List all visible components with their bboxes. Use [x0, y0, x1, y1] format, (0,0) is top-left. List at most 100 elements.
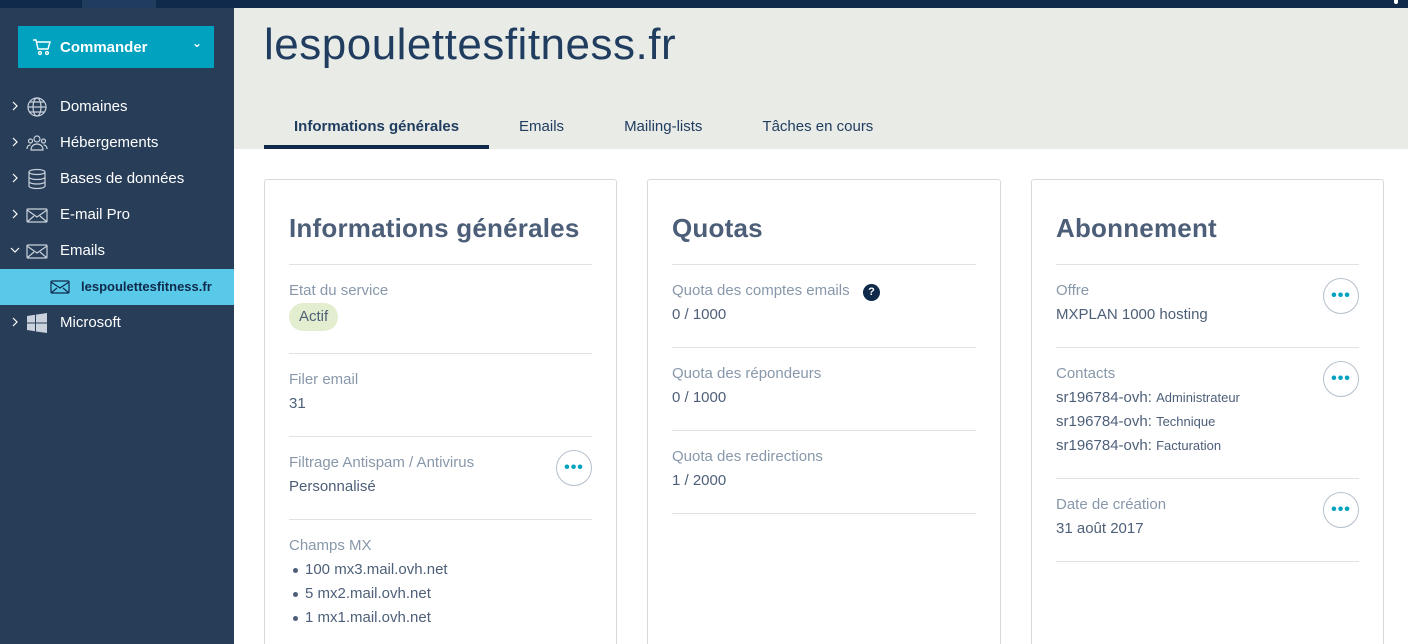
chevron-down-icon[interactable]: [9, 244, 21, 256]
tab-general[interactable]: Informations générales: [264, 108, 490, 149]
list-item: 1 mx1.mail.ovh.net: [293, 606, 448, 630]
contact-role: Administrateur: [1156, 390, 1240, 405]
filer-label: Filer email: [289, 371, 359, 388]
redirections-quota-value: 1 / 2000: [672, 472, 727, 489]
sidebar-subitem-domain[interactable]: lespoulettesfitness.fr: [0, 269, 234, 305]
divider: [1056, 478, 1359, 479]
page-header: lespoulettesfitness.fr Informations géné…: [234, 8, 1408, 149]
quotas-card: Quotas Quota des comptes emails ? 0 / 10…: [647, 179, 1001, 644]
sidebar-subitem-label: lespoulettesfitness.fr: [81, 279, 212, 294]
chevron-down-icon[interactable]: ⌄: [192, 36, 202, 50]
contact-id: sr196784-ovh:: [1056, 437, 1152, 454]
divider: [289, 519, 592, 520]
sidebar: Commander ⌄ Domaines Hébergements Bases …: [0, 8, 234, 644]
filter-label: Filtrage Antispam / Antivirus: [289, 454, 475, 471]
page-title: lespoulettesfitness.fr: [264, 20, 677, 69]
general-info-card: Informations générales Etat du service A…: [264, 179, 617, 644]
contact-id: sr196784-ovh:: [1056, 413, 1152, 430]
status-badge: Actif: [289, 303, 339, 331]
cart-icon: [33, 39, 51, 56]
tab-mailing-lists[interactable]: Mailing-lists: [594, 108, 732, 149]
order-button[interactable]: Commander ⌄: [18, 26, 214, 68]
contact-role: Facturation: [1156, 438, 1222, 453]
divider: [289, 436, 592, 437]
creation-date-label: Date de création: [1056, 496, 1167, 513]
globe-icon: [27, 97, 47, 117]
filter-value: Personnalisé: [289, 478, 376, 495]
contact-admin: sr196784-ovh: Administrateur: [1056, 389, 1240, 406]
chevron-right-icon[interactable]: [9, 208, 21, 220]
offer-label: Offre: [1056, 282, 1090, 299]
contacts-label: Contacts: [1056, 365, 1116, 382]
card-title: Quotas: [672, 213, 763, 243]
card-title: Abonnement: [1056, 213, 1217, 243]
sidebar-item-label: E-mail Pro: [60, 206, 131, 223]
divider: [672, 513, 976, 514]
more-icon: •••: [1331, 287, 1351, 304]
sidebar-item-label: Microsoft: [60, 314, 121, 331]
card-title: Informations générales: [289, 213, 580, 243]
tab-tasks[interactable]: Tâches en cours: [732, 108, 903, 149]
contact-id: sr196784-ovh:: [1056, 389, 1152, 406]
accounts-quota-label: Quota des comptes emails: [672, 282, 850, 299]
tab-emails[interactable]: Emails: [489, 108, 594, 149]
list-item: 100 mx3.mail.ovh.net: [293, 558, 448, 582]
envelope-icon: [50, 280, 70, 294]
divider: [289, 264, 592, 265]
sidebar-item-email-pro[interactable]: E-mail Pro: [0, 197, 234, 233]
sidebar-item-hebergements[interactable]: Hébergements: [0, 125, 234, 161]
sidebar-item-label: Hébergements: [60, 134, 159, 151]
accounts-quota-value: 0 / 1000: [672, 306, 727, 323]
mx-list: 100 mx3.mail.ovh.net 5 mx2.mail.ovh.net …: [293, 558, 448, 630]
sidebar-item-microsoft[interactable]: Microsoft: [0, 305, 234, 341]
envelope-icon: [26, 208, 48, 223]
redirections-quota-label: Quota des redirections: [672, 448, 823, 465]
help-icon[interactable]: ?: [863, 284, 880, 301]
contact-tech: sr196784-ovh: Technique: [1056, 413, 1215, 430]
contact-role: Technique: [1156, 414, 1216, 429]
sidebar-item-emails[interactable]: Emails: [0, 233, 234, 269]
envelope-icon: [26, 244, 48, 259]
offer-actions-button[interactable]: •••: [1323, 278, 1359, 314]
chevron-right-icon[interactable]: [9, 316, 21, 328]
divider: [1056, 347, 1359, 348]
creation-date-value: 31 août 2017: [1056, 520, 1144, 537]
order-button-label: Commander: [60, 38, 148, 56]
sidebar-item-label: Bases de données: [60, 170, 185, 187]
filer-value: 31: [289, 395, 306, 412]
chevron-right-icon[interactable]: [9, 100, 21, 112]
database-icon: [28, 168, 46, 190]
divider: [672, 430, 976, 431]
mx-label: Champs MX: [289, 537, 372, 554]
tab-bar: Informations générales Emails Mailing-li…: [264, 108, 903, 149]
service-state-label: Etat du service: [289, 282, 389, 299]
chevron-right-icon[interactable]: [9, 172, 21, 184]
divider: [289, 353, 592, 354]
subscription-card: Abonnement Offre MXPLAN 1000 hosting •••…: [1031, 179, 1384, 644]
chevron-right-icon[interactable]: [9, 136, 21, 148]
users-icon: [26, 135, 48, 151]
more-icon: •••: [564, 459, 584, 476]
responders-quota-label: Quota des répondeurs: [672, 365, 822, 382]
creation-actions-button[interactable]: •••: [1323, 492, 1359, 528]
offer-value: MXPLAN 1000 hosting: [1056, 306, 1208, 323]
sidebar-item-label: Emails: [60, 242, 106, 259]
divider: [1056, 561, 1359, 562]
top-bar-active-tab[interactable]: [82, 0, 156, 8]
responders-quota-value: 0 / 1000: [672, 389, 727, 406]
sidebar-item-bases[interactable]: Bases de données: [0, 161, 234, 197]
filter-actions-button[interactable]: •••: [556, 450, 592, 486]
contact-billing: sr196784-ovh: Facturation: [1056, 437, 1221, 454]
sidebar-item-label: Domaines: [60, 98, 128, 115]
top-bar-indicator: [1394, 0, 1398, 4]
more-icon: •••: [1331, 370, 1351, 387]
more-icon: •••: [1331, 501, 1351, 518]
divider: [672, 264, 976, 265]
sidebar-item-domaines[interactable]: Domaines: [0, 89, 234, 125]
list-item: 5 mx2.mail.ovh.net: [293, 582, 448, 606]
divider: [1056, 264, 1359, 265]
divider: [672, 347, 976, 348]
top-bar: [0, 0, 1408, 8]
sidebar-nav: Domaines Hébergements Bases de données E…: [0, 89, 234, 341]
contacts-actions-button[interactable]: •••: [1323, 361, 1359, 397]
